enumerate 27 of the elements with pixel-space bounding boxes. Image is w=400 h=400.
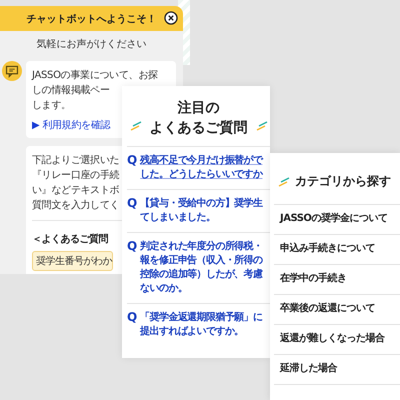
category-item[interactable]: 申込み手続きについて — [274, 234, 400, 264]
question-link[interactable]: 残高不足で今月だけ振替がで した。どうしたらいいですか — [140, 154, 262, 182]
category-item[interactable]: 卒業後の返還について — [274, 294, 400, 324]
category-item[interactable]: 在学中の手続き — [274, 264, 400, 294]
chat-subtitle: 気軽にお声がけください — [36, 38, 148, 51]
category-item[interactable]: 延滞した場合 — [274, 354, 400, 384]
slash-icon — [278, 176, 290, 186]
faq-option-button[interactable]: 奨学生番号がわか — [32, 251, 113, 271]
category-title: カテゴリから探す — [295, 173, 391, 190]
q-mark: Q — [127, 311, 138, 326]
category-item[interactable]: 返還が難しくなった場合 — [274, 324, 400, 354]
question-link[interactable]: 「奨学金返還期限猶予願」に 提出すればよいですか。 — [140, 311, 262, 339]
terms-link[interactable]: ▶ 利用規約を確認 — [32, 118, 110, 132]
category-item[interactable]: JASSOの奨学金について — [274, 204, 400, 234]
question-link[interactable]: 判定された年度分の所得税・ 報を修正申告（収入・所得の 控除の追加等）したが、考慮 ないのか。 — [140, 240, 262, 296]
slash-icon — [130, 121, 142, 131]
faq-heading: ＜よくあるご質問 — [32, 232, 108, 246]
bot-message: 下記よりご選択いた 『リレー口座の手続 い』などテキストボ 質問文を入力してく — [32, 154, 120, 213]
slash-icon — [256, 121, 268, 131]
close-icon — [164, 11, 178, 25]
chat-bot-icon — [2, 61, 22, 81]
q-mark: Q — [127, 197, 138, 212]
q-mark: Q — [127, 154, 138, 169]
chat-title: チャットボットへようこそ！ — [26, 12, 156, 26]
question-link[interactable]: 【貸与・受給中の方】奨学生 てしまいました。 — [140, 197, 262, 225]
q-mark: Q — [127, 240, 138, 255]
close-button[interactable] — [164, 11, 178, 25]
